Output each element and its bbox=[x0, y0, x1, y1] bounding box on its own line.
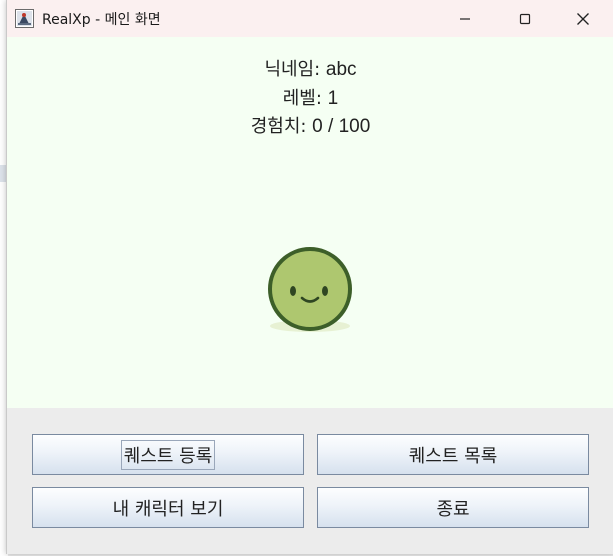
maximize-button[interactable] bbox=[502, 0, 548, 37]
quest-list-label: 퀘스트 목록 bbox=[408, 445, 498, 467]
nickname-line: 닉네임: abc bbox=[7, 55, 613, 81]
java-app-icon bbox=[15, 9, 34, 28]
close-icon bbox=[577, 12, 589, 25]
xp-label: 경험치: bbox=[250, 116, 313, 137]
close-button[interactable] bbox=[560, 0, 606, 37]
maximize-icon bbox=[519, 13, 531, 24]
minimize-button[interactable] bbox=[442, 0, 488, 37]
button-panel: 퀘스트 등록 퀘스트 목록 내 캐릭터 보기 종료 bbox=[7, 408, 613, 554]
xp-value: 0 / 100 bbox=[312, 116, 371, 137]
character-icon bbox=[268, 247, 352, 332]
main-window: RealXp - 메인 화면 닉네임: abc 레벨: 1 경험치: 0 / 1… bbox=[6, 0, 613, 554]
view-character-label: 내 캐릭터 보기 bbox=[112, 498, 224, 520]
level-line: 레벨: 1 bbox=[7, 84, 613, 110]
exit-button[interactable]: 종료 bbox=[317, 487, 589, 528]
register-quest-label: 퀘스트 등록 bbox=[120, 439, 216, 470]
xp-line: 경험치: 0 / 100 bbox=[7, 112, 613, 138]
level-value: 1 bbox=[327, 88, 339, 109]
nickname-label: 닉네임: bbox=[264, 59, 326, 80]
quest-list-button[interactable]: 퀘스트 목록 bbox=[317, 434, 589, 475]
view-character-button[interactable]: 내 캐릭터 보기 bbox=[32, 487, 304, 528]
level-label: 레벨: bbox=[282, 88, 328, 109]
nickname-value: abc bbox=[325, 59, 357, 80]
exit-label: 종료 bbox=[436, 498, 470, 520]
register-quest-button[interactable]: 퀘스트 등록 bbox=[32, 434, 304, 475]
window-title: RealXp - 메인 화면 bbox=[42, 12, 161, 28]
title-bar[interactable]: RealXp - 메인 화면 bbox=[7, 0, 613, 37]
minimize-icon bbox=[460, 17, 470, 20]
main-content-area: 닉네임: abc 레벨: 1 경험치: 0 / 100 bbox=[7, 37, 613, 408]
